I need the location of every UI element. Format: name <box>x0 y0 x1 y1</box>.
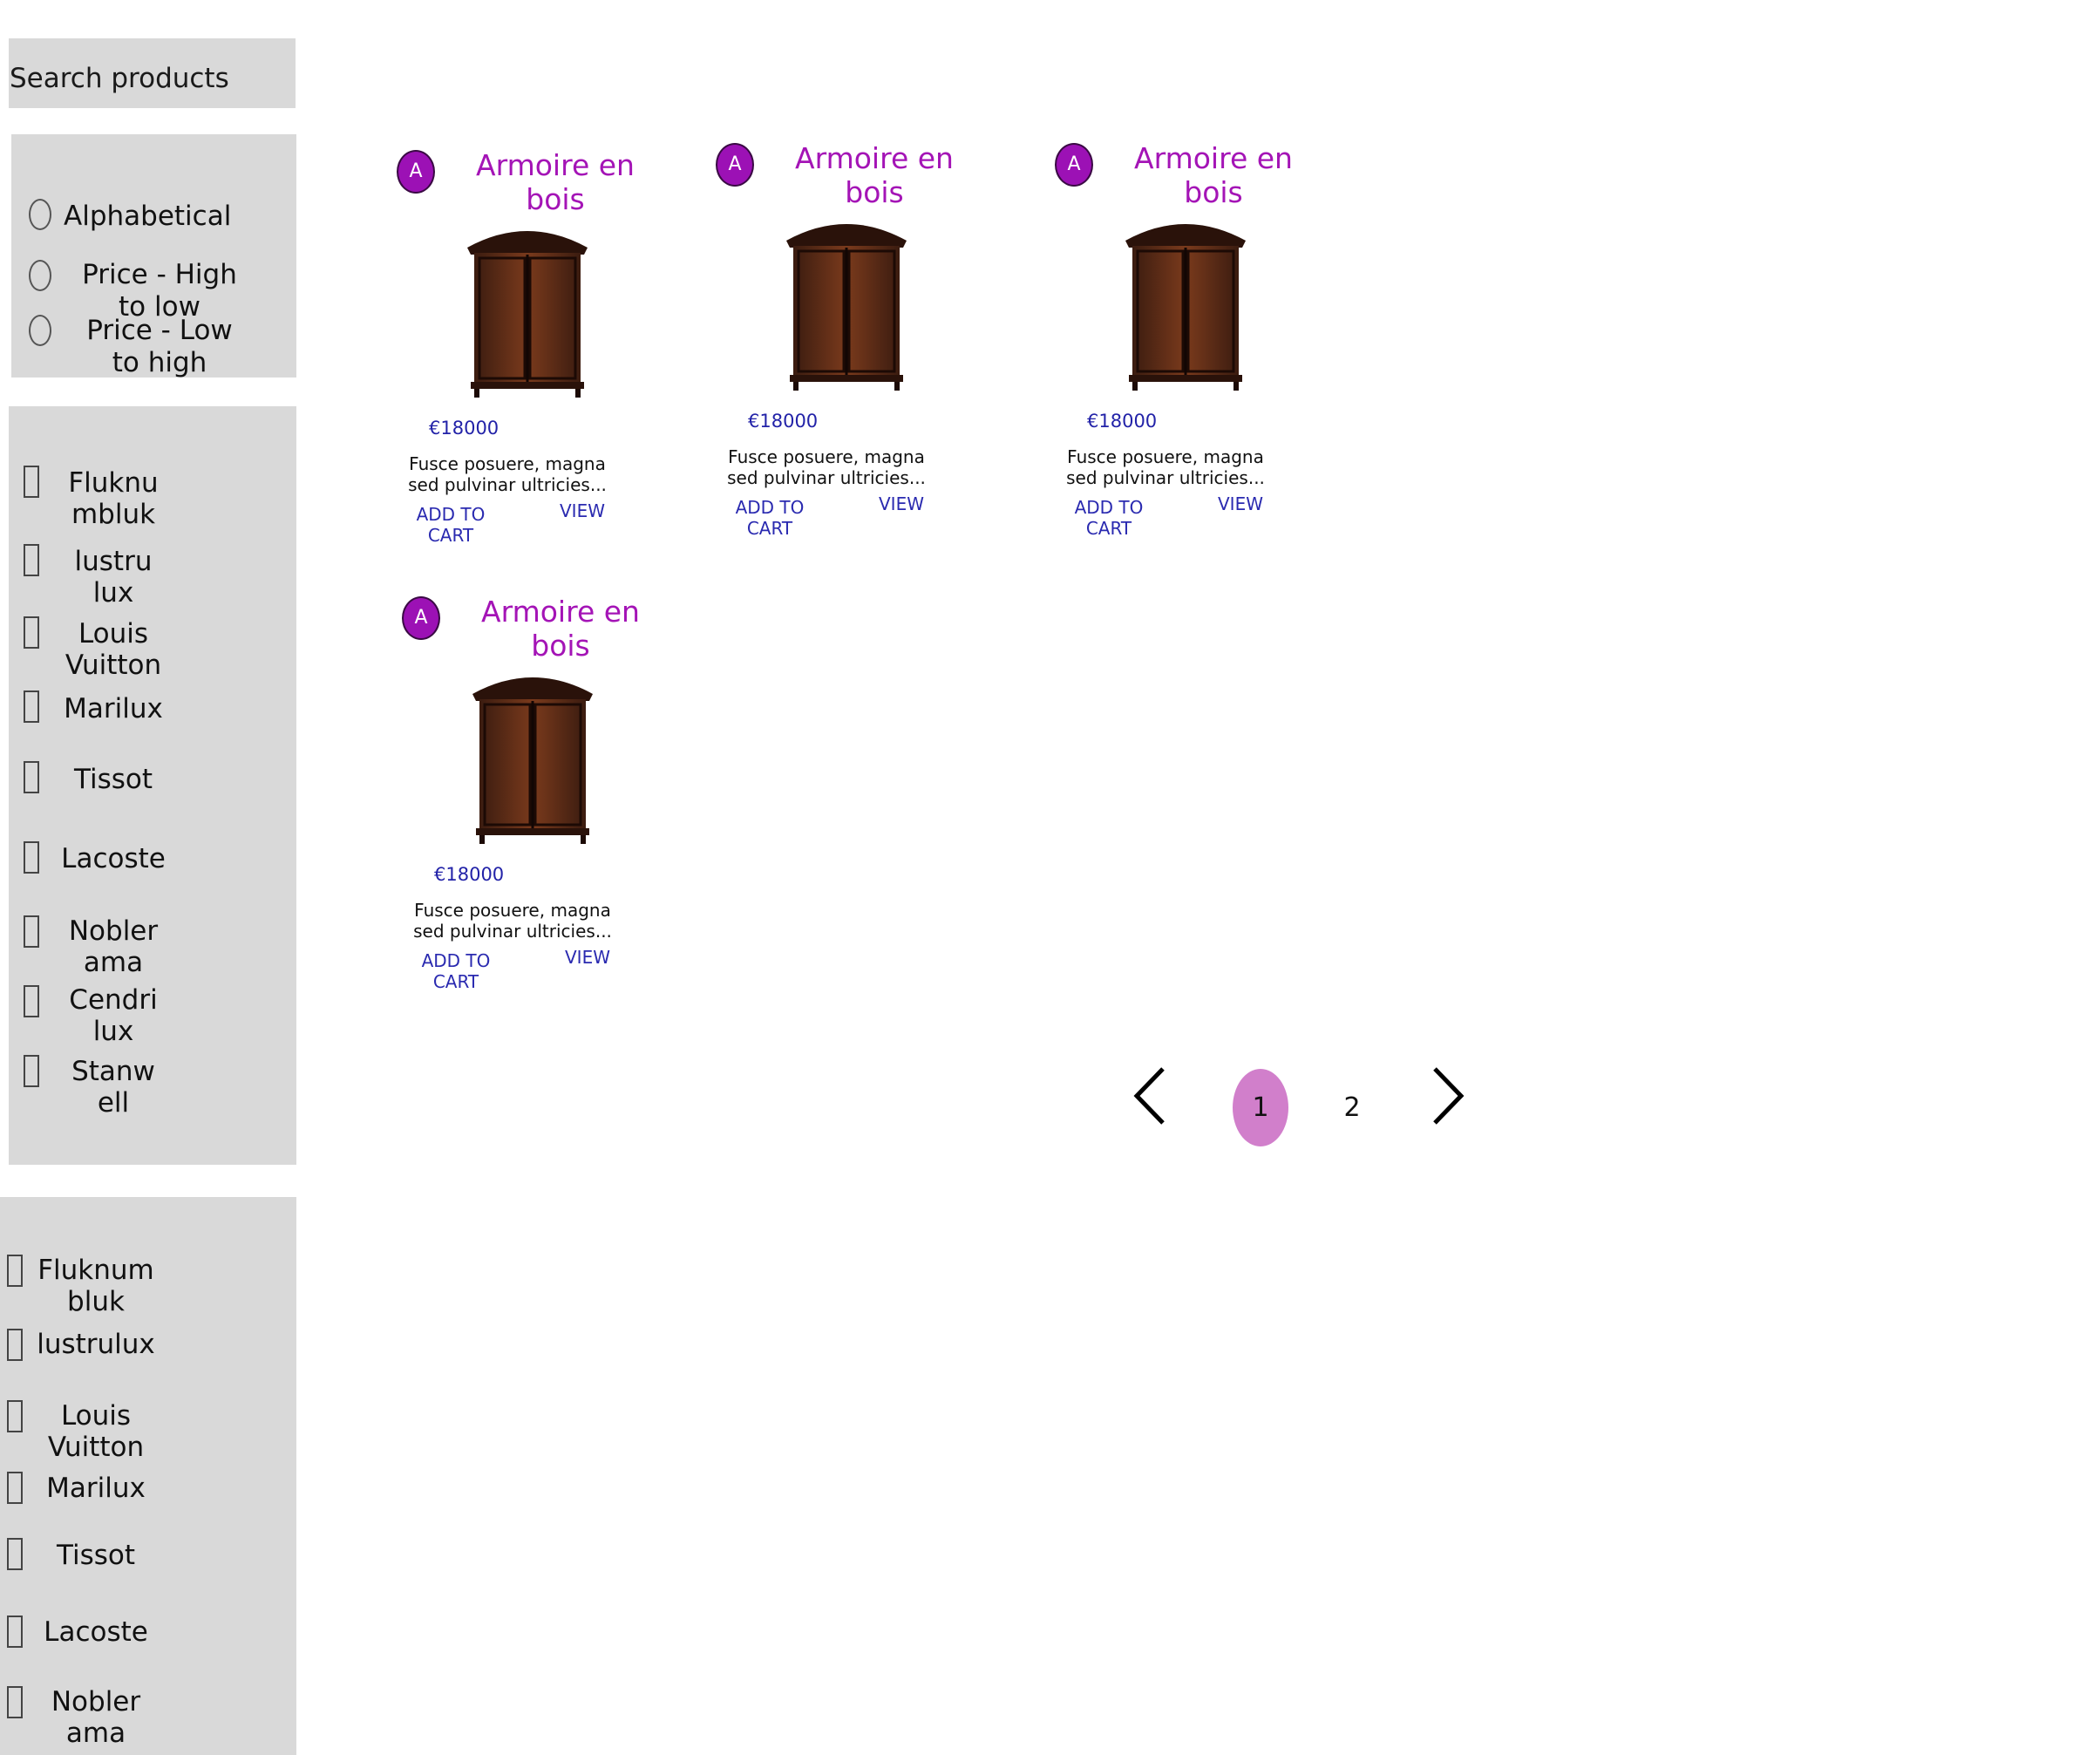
brand-filter-panel-secondary: Fluknum bluk lustrulux Louis Vuitton Maril… <box>0 1197 296 1755</box>
product-price: €18000 <box>429 418 500 439</box>
letter-avatar-icon: A <box>716 143 754 187</box>
brand-checkbox[interactable] <box>24 841 39 874</box>
brand-checkbox[interactable] <box>24 761 39 793</box>
letter-avatar-icon: A <box>402 596 440 640</box>
letter-avatar-icon: A <box>1055 143 1093 187</box>
page-1-button[interactable]: 1 <box>1233 1069 1288 1146</box>
brand-checkbox[interactable] <box>24 985 39 1017</box>
add-to-cart-button[interactable]: ADD TO CART <box>1070 497 1148 539</box>
view-button[interactable]: VIEW <box>561 947 614 968</box>
brand-checkbox[interactable] <box>24 1055 39 1087</box>
view-button[interactable]: VIEW <box>556 500 608 521</box>
product-price: €18000 <box>748 411 819 432</box>
brand-checkbox[interactable] <box>7 1472 23 1504</box>
brand-label: Marilux <box>46 1473 146 1504</box>
brand-label: lustrulux <box>37 1329 155 1360</box>
sort-price-low-high-radio[interactable] <box>29 315 51 346</box>
search-box <box>9 38 296 108</box>
product-title[interactable]: Armoire en bois <box>792 141 957 209</box>
view-button[interactable]: VIEW <box>1214 493 1267 514</box>
product-title[interactable]: Armoire en bois <box>478 595 643 663</box>
sort-alphabetical-radio[interactable] <box>29 199 51 230</box>
brand-checkbox[interactable] <box>24 690 39 723</box>
view-button[interactable]: VIEW <box>875 493 928 514</box>
sort-alphabetical-label[interactable]: Alphabetical <box>64 201 231 233</box>
brand-checkbox[interactable] <box>24 616 39 649</box>
add-to-cart-button[interactable]: ADD TO CART <box>417 950 495 992</box>
wooden-armoire-image[interactable] <box>467 666 598 845</box>
sort-price-high-low-radio[interactable] <box>29 260 51 291</box>
product-price: €18000 <box>434 864 505 885</box>
brand-checkbox[interactable] <box>7 1255 23 1287</box>
product-title[interactable]: Armoire en bois <box>472 148 638 216</box>
sort-panel: Alphabetical Price - High to low Price -… <box>11 134 296 378</box>
brand-label: Tissot <box>73 764 153 795</box>
brand-label: lustrulux <box>74 546 153 609</box>
wooden-armoire-image[interactable] <box>462 220 593 398</box>
brand-label: Fluknumbluk <box>37 1255 154 1317</box>
chevron-left-icon[interactable] <box>1132 1065 1168 1126</box>
sort-price-low-high-label[interactable]: Price - Low to high <box>64 315 255 379</box>
brand-filter-panel: Fluknu mbluk lustru lux Louis Vuitton Maril… <box>9 406 296 1165</box>
brand-label: Nobler ama <box>51 1686 141 1749</box>
brand-label: Cendri lux <box>69 984 158 1047</box>
brand-label: Nobler ama <box>68 915 159 978</box>
wooden-armoire-image[interactable] <box>781 213 912 391</box>
brand-label: Tissot <box>56 1540 136 1571</box>
brand-checkbox[interactable] <box>24 544 39 576</box>
sort-price-high-low-label[interactable]: Price - High to low <box>64 259 255 323</box>
brand-label: Marilux <box>64 693 163 724</box>
brand-label: Louis Vuitton <box>47 1400 145 1463</box>
brand-checkbox[interactable] <box>7 1616 23 1648</box>
product-price: €18000 <box>1087 411 1158 432</box>
brand-checkbox[interactable] <box>7 1538 23 1570</box>
product-description: Fusce posuere, magna sed pulvinar ultrici… <box>1066 446 1265 488</box>
chevron-right-icon[interactable] <box>1430 1065 1466 1126</box>
product-card: A Armoire en bois €18000 Fusce posuere, m… <box>394 148 656 558</box>
brand-label: Stanw ell <box>71 1056 155 1119</box>
product-card: A Armoire en bois €18000 Fusce posuere, m… <box>399 595 661 1004</box>
brand-label: Lacoste <box>61 843 166 874</box>
product-card: A Armoire en bois €18000 Fusce posuere, m… <box>713 141 975 551</box>
add-to-cart-button[interactable]: ADD TO CART <box>731 497 809 539</box>
product-card: A Armoire en bois €18000 Fusce posuere, m… <box>1052 141 1314 551</box>
brand-checkbox[interactable] <box>7 1686 23 1718</box>
brand-checkbox[interactable] <box>7 1329 23 1361</box>
brand-label: Lacoste <box>44 1616 148 1648</box>
product-title[interactable]: Armoire en bois <box>1131 141 1296 209</box>
add-to-cart-button[interactable]: ADD TO CART <box>411 504 490 546</box>
wooden-armoire-image[interactable] <box>1120 213 1251 391</box>
search-input[interactable] <box>9 58 289 99</box>
brand-label: Fluknumbluk <box>68 467 159 530</box>
brand-checkbox[interactable] <box>24 915 39 948</box>
page-2-button[interactable]: 2 <box>1335 1088 1369 1128</box>
brand-label: Louis Vuitton <box>65 618 162 681</box>
letter-avatar-icon: A <box>397 150 435 194</box>
product-description: Fusce posuere, magna sed pulvinar ultrici… <box>413 900 612 942</box>
brand-checkbox[interactable] <box>7 1400 23 1432</box>
product-description: Fusce posuere, magna sed pulvinar ultrici… <box>727 446 926 488</box>
brand-checkbox[interactable] <box>24 466 39 498</box>
product-description: Fusce posuere, magna sed pulvinar ultrici… <box>408 453 607 495</box>
